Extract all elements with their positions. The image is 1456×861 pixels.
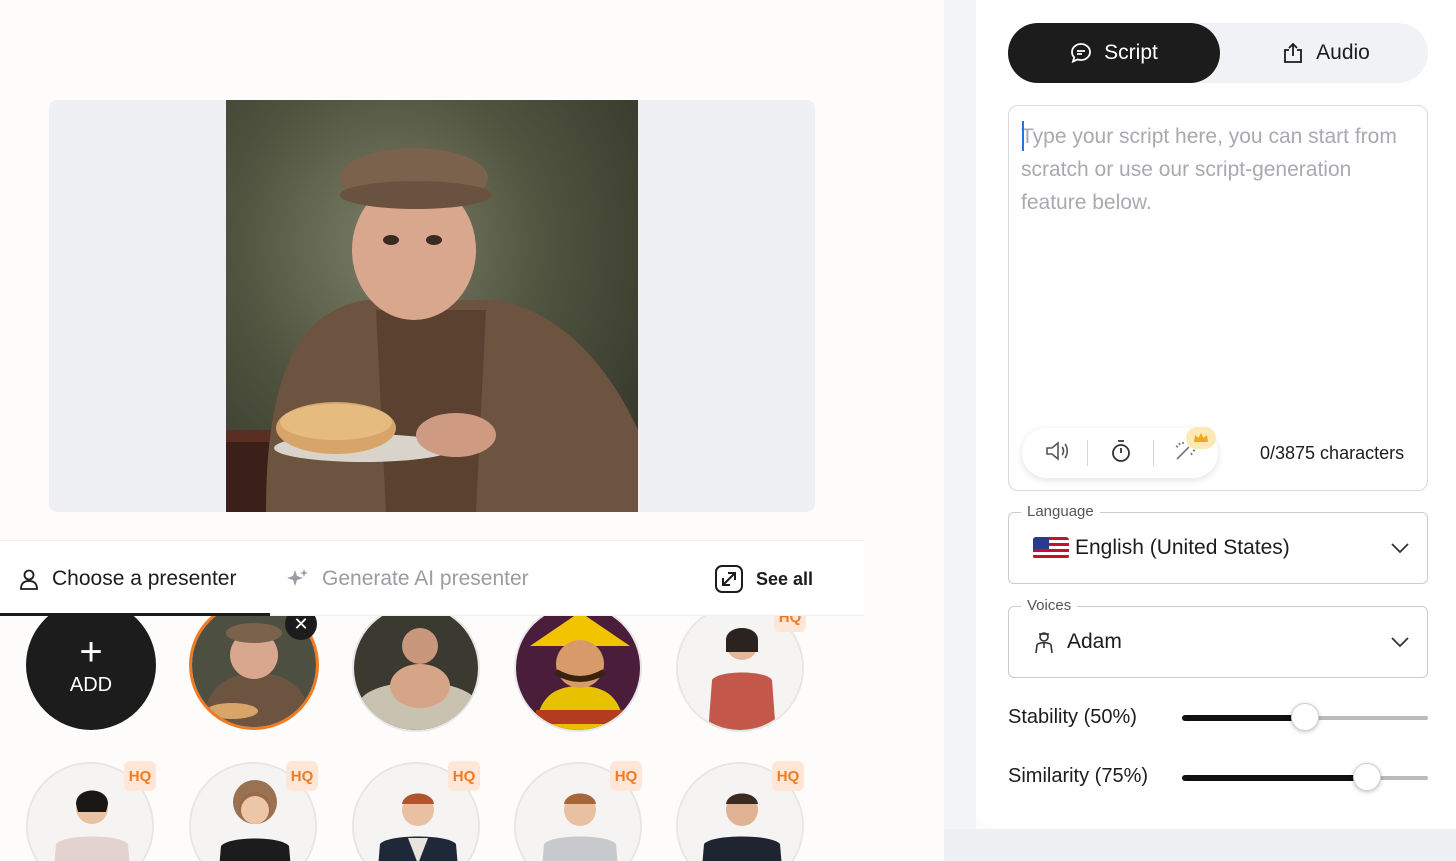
- chevron-down-icon: [1389, 537, 1411, 564]
- similarity-slider[interactable]: [1182, 763, 1428, 791]
- stability-slider[interactable]: [1182, 703, 1428, 731]
- chevron-down-icon: [1389, 631, 1411, 658]
- voice-value: Adam: [1067, 630, 1122, 653]
- presenter-voice-icon: [1033, 630, 1055, 654]
- pause-timer-button[interactable]: [1096, 428, 1146, 478]
- presenter-avatar[interactable]: [352, 616, 480, 732]
- hq-badge: HQ: [124, 761, 156, 791]
- upload-icon: [1282, 42, 1304, 64]
- tool-divider: [1087, 440, 1088, 466]
- language-value: English (United States): [1075, 536, 1290, 559]
- stopwatch-icon: [1109, 439, 1133, 468]
- text-cursor: [1022, 121, 1024, 151]
- expand-icon: [714, 564, 744, 594]
- hq-badge: HQ: [772, 761, 804, 791]
- see-all-button[interactable]: See all: [714, 541, 813, 617]
- similarity-slider-thumb[interactable]: [1352, 763, 1381, 791]
- preview-voice-button[interactable]: [1032, 428, 1082, 478]
- stability-label: Stability (50%): [1008, 706, 1137, 728]
- chat-bubble-icon: [1070, 42, 1092, 64]
- plus-icon: +: [79, 629, 103, 674]
- hq-badge: HQ: [448, 761, 480, 791]
- presenter-grid: + ADD ✕ HQ HQ HQ HQ HQ HQ: [0, 616, 870, 861]
- language-select[interactable]: Language English (United States): [1008, 503, 1428, 584]
- panel-footer-strip: [944, 829, 1456, 861]
- script-mode-button[interactable]: Script: [1008, 23, 1220, 83]
- hq-badge: HQ: [610, 761, 642, 791]
- premium-crown-icon: [1186, 427, 1216, 449]
- sparkles-icon: [286, 567, 310, 591]
- close-icon: ✕: [293, 616, 309, 634]
- tab-generate-label: Generate AI presenter: [322, 567, 529, 590]
- presenter-tabs-bar: Choose a presenter Generate AI presenter…: [0, 540, 864, 616]
- character-count: 0/3875 characters: [1260, 443, 1405, 463]
- presenter-preview-image: [226, 100, 638, 512]
- script-textarea[interactable]: [1021, 120, 1413, 420]
- hq-badge: HQ: [286, 761, 318, 791]
- tool-divider: [1153, 440, 1154, 466]
- similarity-label: Similarity (75%): [1008, 765, 1149, 787]
- add-label: ADD: [69, 673, 113, 696]
- stability-slider-thumb[interactable]: [1291, 703, 1319, 731]
- presenter-avatar[interactable]: [514, 616, 642, 732]
- presenter-avatar[interactable]: [676, 616, 804, 732]
- tab-choose-presenter-label: Choose a presenter: [52, 567, 237, 590]
- stability-slider-fill: [1182, 715, 1305, 721]
- script-mode-label: Script: [1104, 41, 1158, 64]
- add-presenter-button[interactable]: + ADD: [26, 616, 156, 730]
- audio-mode-label: Audio: [1316, 41, 1370, 64]
- tab-generate-ai-presenter[interactable]: Generate AI presenter: [286, 541, 529, 617]
- user-icon: [18, 568, 40, 590]
- voice-select[interactable]: Voices Adam: [1008, 597, 1428, 678]
- audio-mode-button[interactable]: Audio: [1220, 23, 1432, 83]
- speaker-icon: [1044, 440, 1070, 467]
- us-flag-icon: [1033, 537, 1069, 559]
- mode-toggle: Script Audio: [1008, 23, 1428, 83]
- similarity-slider-fill: [1182, 775, 1367, 781]
- tab-choose-presenter[interactable]: Choose a presenter: [18, 541, 236, 617]
- see-all-label: See all: [756, 568, 814, 589]
- hq-badge: HQ: [774, 616, 806, 632]
- panel-divider: [944, 0, 976, 861]
